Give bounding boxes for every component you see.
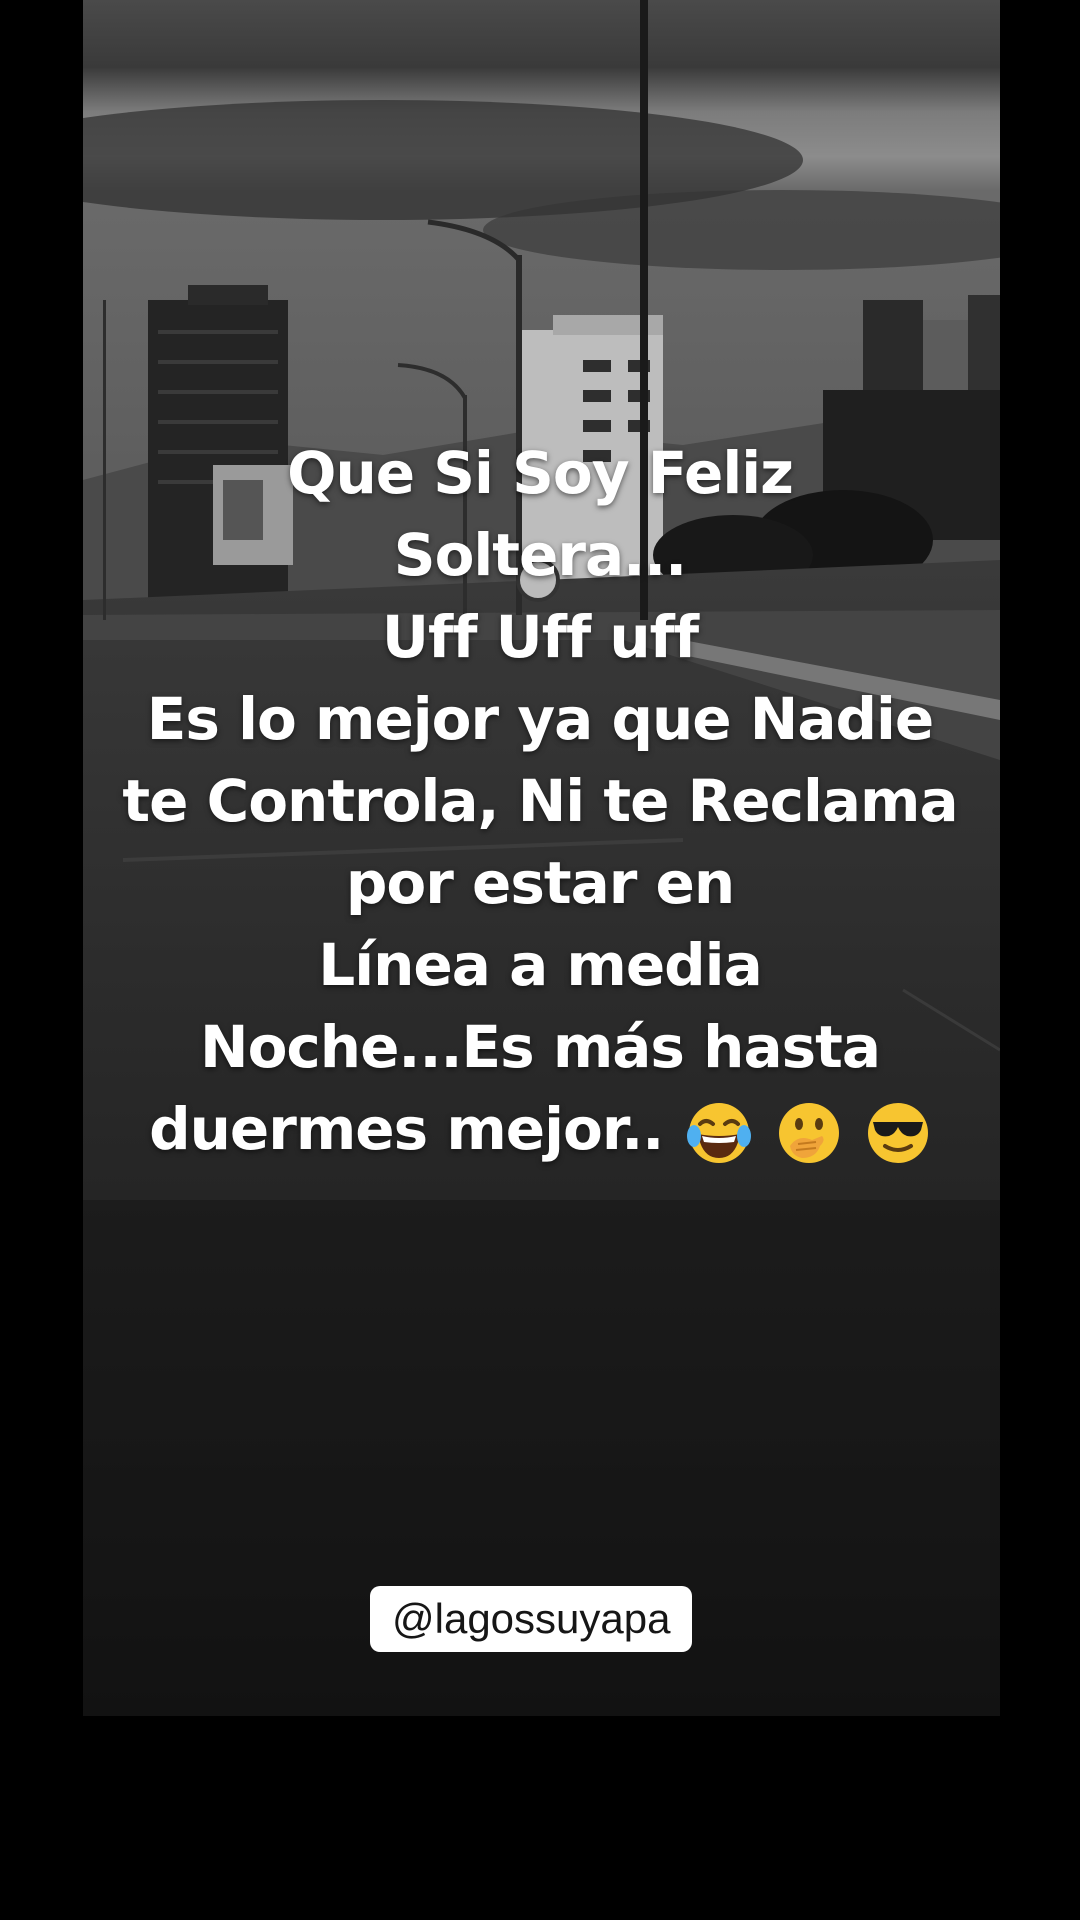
hand-over-mouth-emoji (778, 1102, 839, 1163)
caption-line-6: por estar en (345, 849, 735, 917)
username-text: @lagossuyapa (392, 1595, 671, 1642)
caption-line-1: Que Si Soy Feliz (287, 439, 794, 507)
caption-line-9: duermes mejor.. (149, 1095, 664, 1163)
username-watermark: @lagossuyapa (370, 1586, 693, 1652)
caption-line-8: Noche...Es más hasta (200, 1013, 881, 1081)
caption-overlay: Que Si Soy Feliz Soltera... Uff Uff uff … (0, 432, 1080, 1170)
sunglasses-emoji (867, 1102, 928, 1163)
caption-line-2: Soltera... (393, 521, 687, 589)
caption-line-3: Uff Uff uff (381, 603, 699, 671)
laughing-tears-emoji (687, 1102, 752, 1163)
caption-line-7: Línea a media (318, 931, 762, 999)
caption-line-9-row: duermes mejor.. (0, 1088, 1080, 1170)
caption-line-4: Es lo mejor ya que Nadie (146, 685, 934, 753)
caption-line-5: te Controla, Ni te Reclama (122, 767, 958, 835)
